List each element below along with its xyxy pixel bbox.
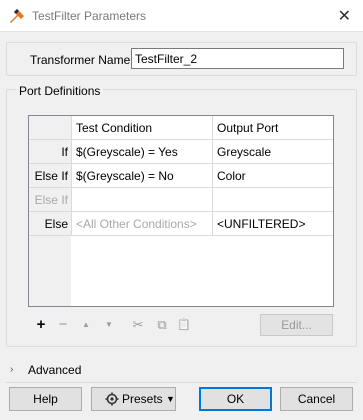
column-header-test-condition: Test Condition [71, 116, 212, 140]
title-bar: TestFilter Parameters ✕ [0, 0, 363, 32]
remove-row-icon[interactable]: − [56, 316, 70, 334]
row-label: If [61, 145, 68, 159]
cancel-button[interactable]: Cancel [280, 387, 353, 411]
cut-icon[interactable]: ✂ [131, 316, 145, 334]
chevron-down-icon: ▼ [166, 394, 175, 404]
condition-cell[interactable]: $(Greyscale) = No [71, 164, 212, 188]
presets-label: Presets [122, 392, 163, 406]
table-row[interactable]: Else <All Other Conditions> <UNFILTERED> [29, 212, 333, 236]
close-icon[interactable]: ✕ [338, 6, 351, 26]
output-port-cell[interactable]: <UNFILTERED> [212, 212, 333, 236]
add-row-icon[interactable]: + [34, 316, 48, 334]
output-port-cell[interactable] [212, 188, 333, 212]
condition-cell[interactable] [71, 188, 212, 212]
paste-icon[interactable]: 📋 [177, 316, 191, 334]
move-down-icon[interactable]: ▼ [103, 316, 115, 334]
port-definitions-legend: Port Definitions [16, 84, 104, 98]
presets-button[interactable]: Presets ▼ [91, 387, 176, 411]
copy-icon[interactable]: ⧉ [155, 316, 169, 334]
condition-cell: <All Other Conditions> [71, 212, 212, 236]
condition-cell[interactable]: $(Greyscale) = Yes [71, 140, 212, 164]
transformer-name-input[interactable] [131, 48, 344, 69]
ok-button[interactable]: OK [199, 387, 272, 411]
row-label: Else If [34, 169, 68, 183]
table-row[interactable]: If $(Greyscale) = Yes Greyscale [29, 140, 333, 164]
conditions-table: Test Condition Output Port If $(Greyscal… [28, 115, 334, 307]
presets-gear-icon [105, 392, 119, 406]
window-title: TestFilter Parameters [32, 9, 147, 23]
advanced-label[interactable]: Advanced [28, 362, 81, 378]
move-up-icon[interactable]: ▲ [80, 316, 92, 334]
transformer-name-label: Transformer Name: [30, 53, 134, 67]
row-label: Else If [34, 193, 68, 207]
fme-app-icon [10, 9, 24, 23]
output-port-cell[interactable]: Greyscale [212, 140, 333, 164]
table-header-row: Test Condition Output Port [29, 116, 333, 140]
table-row[interactable]: Else If [29, 188, 333, 212]
row-label: Else [44, 217, 68, 231]
divider [6, 382, 357, 383]
edit-button[interactable]: Edit... [260, 314, 333, 336]
output-port-cell[interactable]: Color [212, 164, 333, 188]
help-button[interactable]: Help [9, 387, 82, 411]
column-header-output-port: Output Port [212, 116, 333, 140]
table-row[interactable]: Else If $(Greyscale) = No Color [29, 164, 333, 188]
chevron-right-icon[interactable]: › [10, 362, 13, 378]
